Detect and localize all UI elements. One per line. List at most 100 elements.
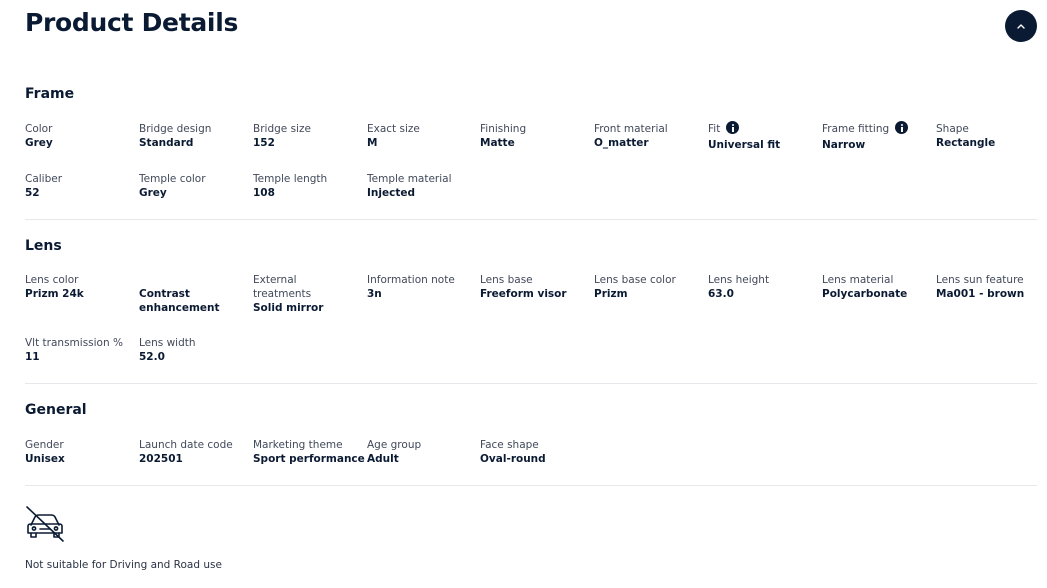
- spec-value: 152: [253, 137, 275, 149]
- spec-label: Age group: [367, 439, 422, 451]
- spec-value: Standard: [139, 137, 194, 149]
- spec-label-wrap: Frame fitting: [822, 121, 934, 136]
- chevron-up-icon: [1017, 23, 1025, 29]
- spec-label: Lens height: [708, 274, 770, 286]
- spec-label: Exact size: [367, 123, 420, 135]
- spec-label: Vlt transmission %: [25, 337, 123, 349]
- spec-gender: Gender Unisex: [25, 438, 137, 466]
- spec-label: Finishing: [480, 123, 527, 135]
- spec-value: Grey: [139, 187, 167, 199]
- spec-label: Marketing theme: [253, 439, 343, 451]
- spec-label: Frame fitting: [822, 123, 890, 135]
- spec-value: M: [367, 137, 378, 149]
- spec-value: 108: [253, 187, 275, 199]
- spec-finishing: Finishing Matte: [480, 122, 592, 150]
- lens-section: Lens Lens color Prizm 24k Contrast enhan…: [25, 238, 1037, 363]
- spec-information-note: Information note 3n: [367, 273, 479, 301]
- spec-label: Temple color: [139, 173, 206, 185]
- frame-row-1: Color Grey Bridge design Standard Bridge…: [25, 121, 1037, 162]
- spec-value: Unisex: [25, 453, 65, 465]
- divider: [25, 219, 1037, 220]
- spec-temple-material: Temple material Injected: [367, 172, 479, 200]
- spec-value: Contrast enhancement: [139, 288, 220, 314]
- spec-bridge-size: Bridge size 152: [253, 122, 365, 150]
- spec-lens-width: Lens width 52.0: [139, 336, 251, 364]
- spec-face-shape: Face shape Oval-round: [480, 438, 592, 466]
- spec-value: Rectangle: [936, 137, 996, 149]
- spec-label: Lens color: [25, 274, 79, 286]
- spec-label: Lens base color: [594, 274, 676, 286]
- spec-label: Information note: [367, 274, 455, 286]
- lens-row-2: Vlt transmission % 11 Lens width 52.0: [25, 336, 1037, 376]
- info-icon[interactable]: [895, 121, 909, 134]
- warning-text: Not suitable for Driving and Road use: [25, 559, 222, 571]
- spec-label: Temple material: [367, 173, 452, 185]
- spec-value: Injected: [367, 187, 415, 199]
- spec-marketing-theme: Marketing theme Sport performance: [253, 438, 365, 466]
- spec-label: Gender: [25, 439, 64, 451]
- spec-frame-fitting: Frame fitting Narrow: [822, 121, 934, 152]
- spec-label: Lens width: [139, 337, 196, 349]
- spec-value: Freeform visor: [480, 288, 567, 300]
- spec-value: Oval-round: [480, 453, 546, 465]
- spec-value: Sport performance: [253, 453, 365, 465]
- spec-value: Solid mirror: [253, 302, 324, 314]
- page-title: Product Details: [25, 8, 239, 37]
- frame-row-2: Caliber 52 Temple color Grey Temple leng…: [25, 172, 1037, 212]
- spec-label: Lens base: [480, 274, 533, 286]
- spec-external-treatments: External treatments Solid mirror: [253, 273, 343, 315]
- spec-value: 52.0: [139, 351, 165, 363]
- spec-value: 52: [25, 187, 40, 199]
- spec-exact-size: Exact size M: [367, 122, 479, 150]
- spec-caliber: Caliber 52: [25, 172, 137, 200]
- spec-value: Ma001 - brown: [936, 288, 1025, 300]
- spec-temple-color: Temple color Grey: [139, 172, 251, 200]
- spec-label: Launch date code: [139, 439, 233, 451]
- divider: [25, 485, 1037, 486]
- spec-label: Shape: [936, 123, 969, 135]
- section-title-general: General: [25, 402, 87, 418]
- general-section: General Gender Unisex Launch date code 2…: [25, 402, 1037, 465]
- divider: [25, 383, 1037, 384]
- lens-row-1: Lens color Prizm 24k Contrast enhancemen…: [25, 273, 1037, 323]
- spec-value: 202501: [139, 453, 183, 465]
- spec-label: Lens material: [822, 274, 894, 286]
- section-title-lens: Lens: [25, 238, 62, 254]
- spec-label: Bridge size: [253, 123, 311, 135]
- info-icon[interactable]: [726, 121, 740, 134]
- spec-value: Universal fit: [708, 139, 781, 151]
- general-row-1: Gender Unisex Launch date code 202501 Ma…: [25, 438, 1037, 478]
- spec-label: Lens sun feature: [936, 274, 1024, 286]
- spec-lens-base: Lens base Freeform visor: [480, 273, 592, 301]
- spec-label: Face shape: [480, 439, 539, 451]
- spec-front-material: Front material O_matter: [594, 122, 706, 150]
- spec-value: Grey: [25, 137, 53, 149]
- spec-lens-color: Lens color Prizm 24k: [25, 273, 137, 301]
- spec-label: Bridge design: [139, 123, 212, 135]
- spec-vlt-transmission: Vlt transmission % 11: [25, 336, 137, 364]
- spec-color: Color Grey: [25, 122, 137, 150]
- spec-lens-material: Lens material Polycarbonate: [822, 273, 934, 301]
- no-driving-icon: [26, 506, 64, 542]
- spec-temple-length: Temple length 108: [253, 172, 365, 200]
- frame-section: Frame Color Grey Bridge design Standard …: [25, 86, 1037, 199]
- spec-value: O_matter: [594, 137, 649, 149]
- spec-shape: Shape Rectangle: [936, 122, 1047, 150]
- spec-contrast: Contrast enhancement: [139, 287, 239, 315]
- spec-value: Narrow: [822, 139, 866, 151]
- spec-label: Temple length: [253, 173, 328, 185]
- collapse-button[interactable]: [1005, 10, 1037, 42]
- spec-label-wrap: Fit: [708, 121, 820, 136]
- spec-label: Front material: [594, 123, 668, 135]
- spec-lens-base-color: Lens base color Prizm: [594, 273, 706, 301]
- spec-value: Matte: [480, 137, 515, 149]
- spec-value: 11: [25, 351, 40, 363]
- spec-label: External treatments: [253, 274, 312, 300]
- spec-value: 3n: [367, 288, 382, 300]
- spec-value: 63.0: [708, 288, 734, 300]
- spec-launch-date-code: Launch date code 202501: [139, 438, 251, 466]
- spec-value: Polycarbonate: [822, 288, 908, 300]
- spec-bridge-design: Bridge design Standard: [139, 122, 251, 150]
- spec-value: Adult: [367, 453, 399, 465]
- spec-value: Prizm: [594, 288, 628, 300]
